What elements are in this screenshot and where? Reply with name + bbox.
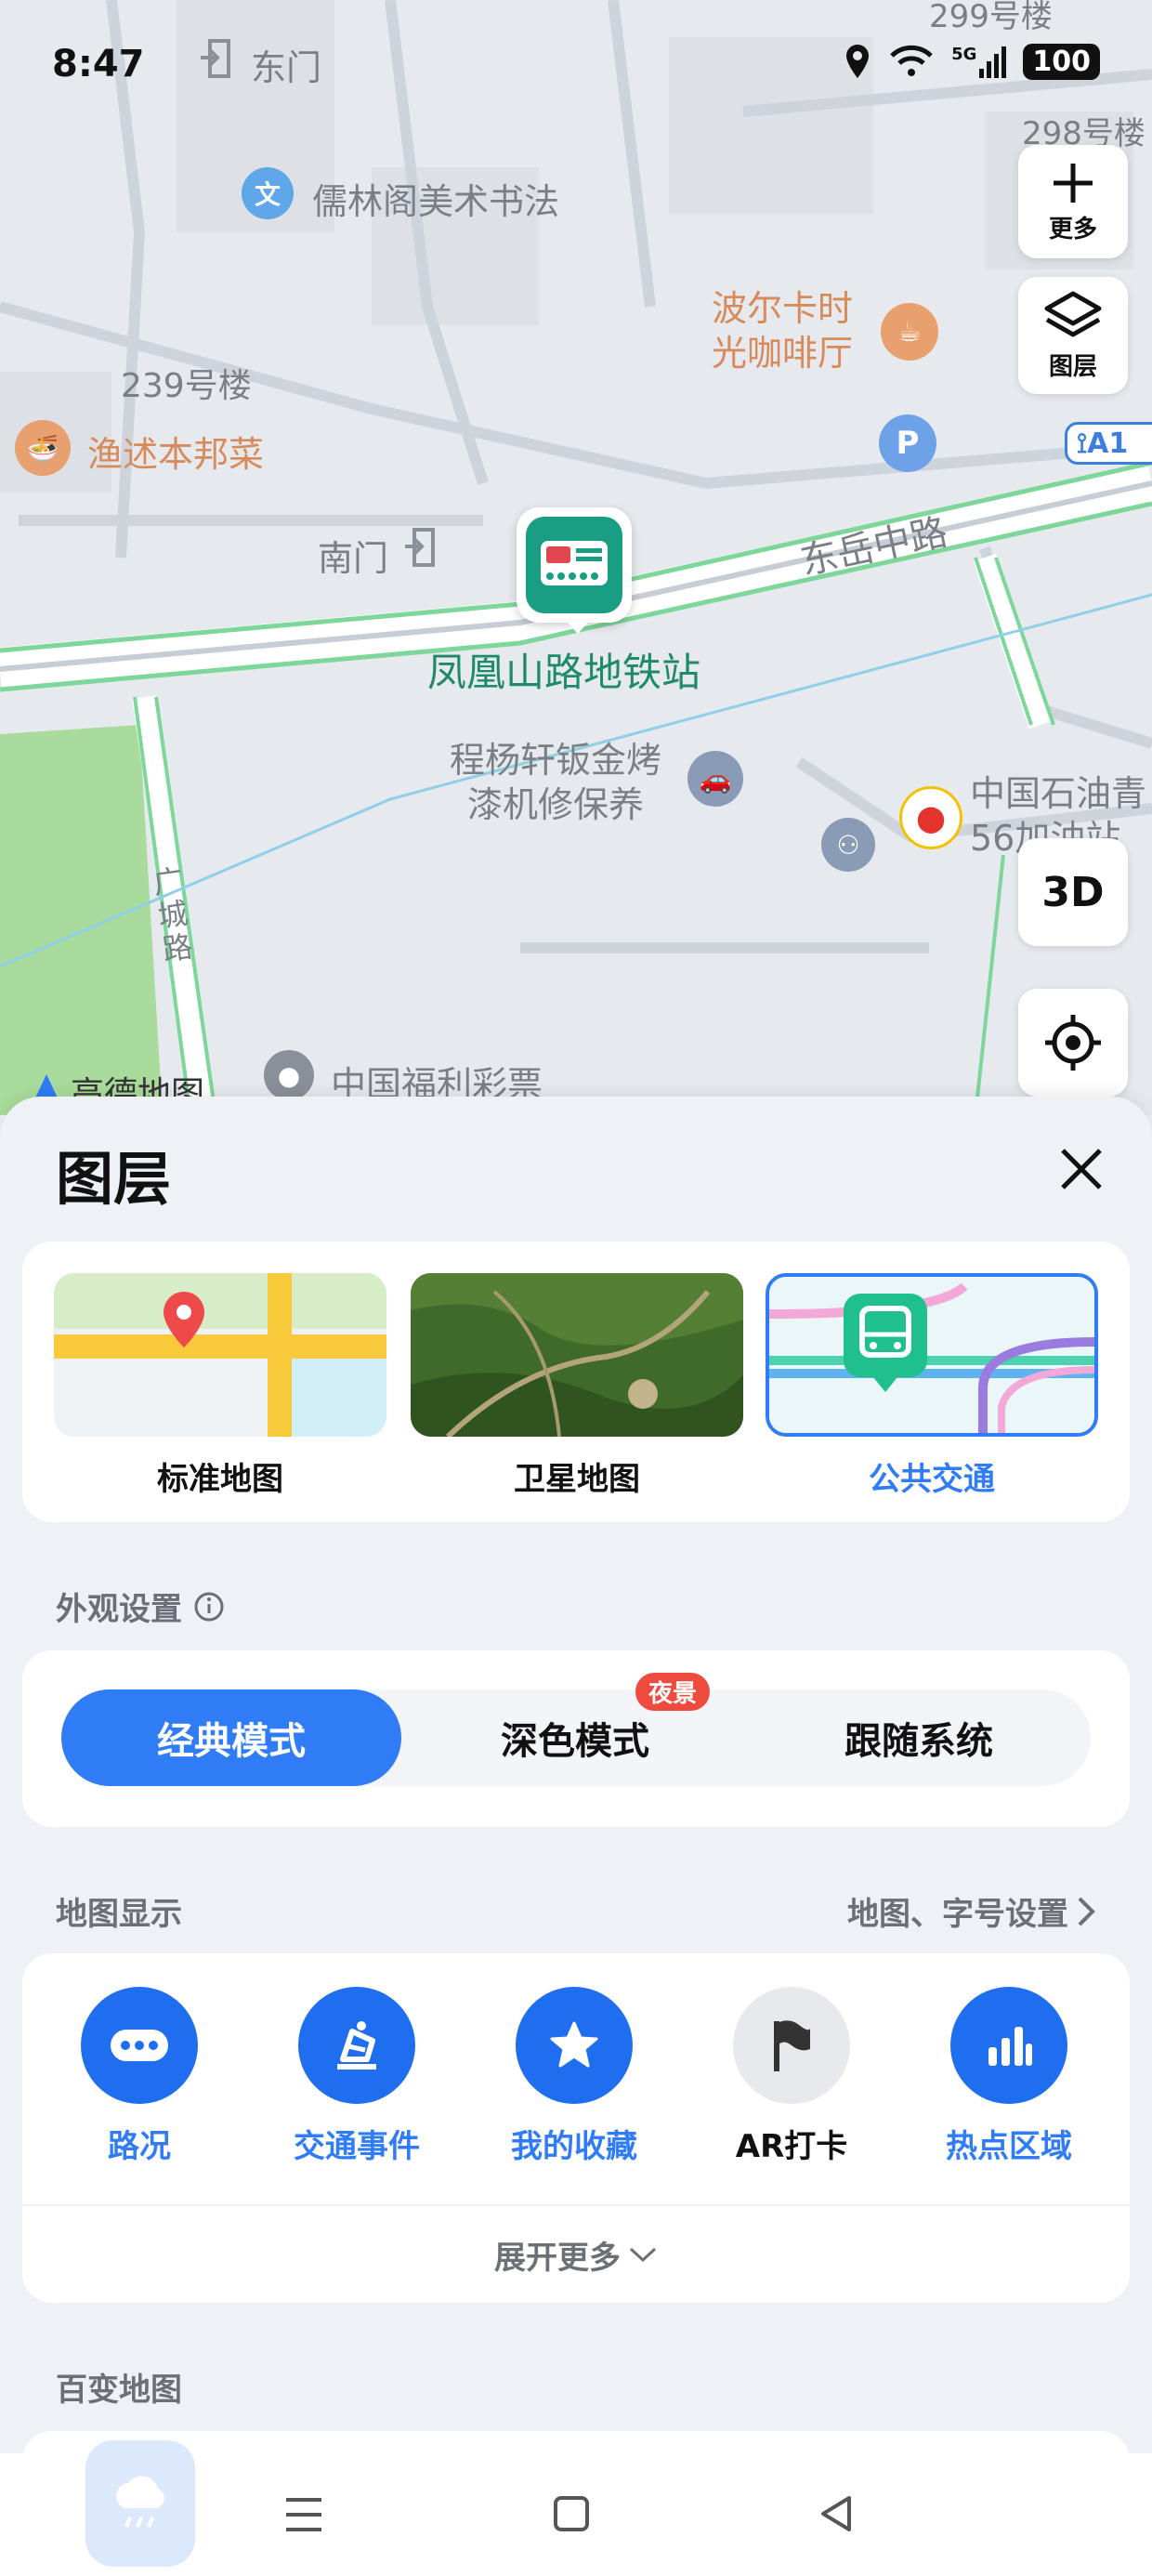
layers-sheet: 图层 标准地图 卫星地图 公共交通 外观设置 经典模式 深色模式 跟随系统 夜景… xyxy=(0,1097,1152,2487)
transit-map-thumbnail xyxy=(769,1277,1094,1433)
map-label-cafe[interactable]: 波尔卡时光咖啡厅 xyxy=(712,286,879,375)
map-label-station[interactable]: 凤凰山路地铁站 xyxy=(427,641,700,698)
car-repair-poi-icon[interactable]: 🚗 xyxy=(687,751,743,807)
cafe-poi-icon[interactable]: ☕ xyxy=(881,303,938,361)
map-label-bldg-239: 239号楼 xyxy=(121,367,252,405)
map-label-nanmen: 南门 xyxy=(318,538,389,579)
traffic-event-icon xyxy=(298,1987,415,2104)
info-icon[interactable] xyxy=(193,1591,225,1623)
plus-icon xyxy=(1054,163,1093,203)
locate-button[interactable] xyxy=(1018,989,1128,1097)
battery-indicator: 100 xyxy=(1023,43,1100,80)
marker-pointer xyxy=(565,619,591,634)
map-label-restaurant[interactable]: 渔述本邦菜 xyxy=(87,426,264,477)
menu-icon[interactable] xyxy=(284,2496,323,2533)
close-icon[interactable] xyxy=(1055,1143,1107,1195)
3d-toggle-button[interactable]: 3D xyxy=(1018,838,1128,946)
location-icon xyxy=(846,45,870,78)
layers-icon xyxy=(1044,291,1102,336)
metro-station-marker[interactable] xyxy=(517,507,632,623)
classic-mode-button[interactable]: 经典模式 xyxy=(61,1689,401,1786)
satellite-map-thumbnail xyxy=(411,1273,743,1437)
metro-icon xyxy=(526,517,622,613)
traffic-icon xyxy=(81,1987,198,2104)
variety-map-section-label: 百变地图 xyxy=(56,2372,182,2409)
restaurant-poi-icon[interactable]: 🍜 xyxy=(15,420,71,476)
chevron-right-icon xyxy=(1078,1897,1095,1925)
night-badge: 夜景 xyxy=(635,1673,711,1711)
satellite-map-option[interactable] xyxy=(411,1273,743,1437)
map-label-repair[interactable]: 程杨轩钣金烤漆机修保养 xyxy=(435,738,676,827)
more-button[interactable]: 更多 xyxy=(1018,145,1128,258)
locate-icon xyxy=(1045,1015,1101,1071)
sheet-title: 图层 xyxy=(56,1145,172,1213)
favorites-toggle[interactable]: 我的收藏 xyxy=(491,1987,658,2166)
appearance-mode-selector: 经典模式 深色模式 跟随系统 xyxy=(61,1689,1091,1786)
exit-a1-tag[interactable]: ⟟ A1 xyxy=(1065,422,1152,465)
map-display-section-label: 地图显示 xyxy=(56,1896,182,1933)
parking-poi-icon[interactable]: P xyxy=(879,414,936,472)
bar-chart-icon xyxy=(950,1987,1067,2104)
culture-poi-icon[interactable]: 文 xyxy=(242,167,294,219)
signal-icon: 5G xyxy=(951,45,1007,78)
map-type-card: 标准地图 卫星地图 公共交通 xyxy=(22,1242,1130,1522)
map-display-card: 路况 交通事件 我的收藏 AR打卡 热点区域 展开更多 xyxy=(22,1953,1130,2303)
standard-map-label: 标准地图 xyxy=(157,1461,283,1498)
exit-icon-south xyxy=(405,528,435,567)
lottery-poi-icon[interactable]: ● xyxy=(264,1050,314,1100)
exit-icon xyxy=(201,39,230,78)
status-time: 8:47 xyxy=(52,43,145,85)
appearance-card: 经典模式 深色模式 跟随系统 夜景 xyxy=(22,1650,1130,1827)
map-label-dongmen: 东门 xyxy=(251,47,322,88)
traffic-event-toggle[interactable]: 交通事件 xyxy=(273,1987,440,2166)
back-icon[interactable] xyxy=(818,2494,855,2533)
transit-map-label: 公共交通 xyxy=(869,1461,995,1498)
transit-map-option[interactable] xyxy=(766,1273,1098,1437)
map-view[interactable]: 8:47 5G 100 东门 299号楼 298号楼 文 儒林阁美术书法 波尔卡… xyxy=(0,0,1152,1115)
satellite-map-label: 卫星地图 xyxy=(514,1461,640,1498)
system-nav-bar xyxy=(0,2440,1152,2576)
gas-station-poi-icon[interactable]: ⬤ xyxy=(899,786,962,849)
map-font-settings-link[interactable]: 地图、字号设置 xyxy=(847,1888,1096,1934)
follow-system-button[interactable]: 跟随系统 xyxy=(749,1689,1089,1786)
hot-zone-toggle[interactable]: 热点区域 xyxy=(925,1987,1093,2166)
map-label-gallery[interactable]: 儒林阁美术书法 xyxy=(312,173,559,224)
home-icon[interactable] xyxy=(552,2494,591,2533)
map-label-bldg-299: 299号楼 xyxy=(929,0,1053,35)
appearance-section-label: 外观设置 xyxy=(56,1584,225,1629)
status-icons: 5G 100 xyxy=(844,43,1100,80)
chevron-down-icon xyxy=(629,2247,657,2263)
wifi-icon xyxy=(890,45,933,76)
expand-more-button[interactable]: 展开更多 xyxy=(22,2206,1130,2303)
flag-icon xyxy=(733,1987,850,2104)
star-icon xyxy=(516,1987,633,2104)
standard-map-option[interactable] xyxy=(54,1273,386,1437)
weather-widget[interactable] xyxy=(85,2440,195,2567)
traffic-toggle[interactable]: 路况 xyxy=(56,1987,223,2166)
layers-button[interactable]: 图层 xyxy=(1018,277,1128,394)
walk-icon: ⟟ xyxy=(1077,427,1088,460)
restroom-poi-icon[interactable]: ⚇ xyxy=(821,818,875,872)
weather-cloud-icon xyxy=(116,2476,164,2528)
ar-checkin-toggle[interactable]: AR打卡 xyxy=(708,1987,875,2166)
standard-map-thumbnail xyxy=(54,1273,386,1437)
